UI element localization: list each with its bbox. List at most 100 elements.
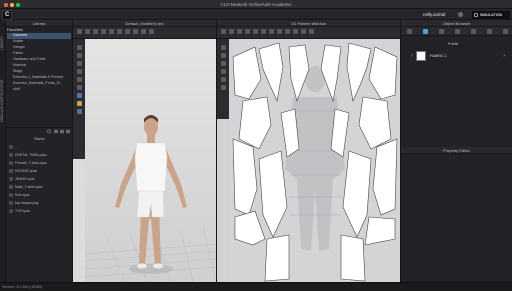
pattern-piece[interactable] <box>358 96 392 150</box>
library-folder[interactable]: Exercise_Materials_Prints_Gr <box>7 81 71 87</box>
view-tool-icon[interactable] <box>77 61 82 66</box>
view-tool-icon[interactable] <box>77 77 82 82</box>
file-item[interactable]: HOODIE.zpac <box>15 169 37 173</box>
library-folder[interactable]: Fabric <box>7 51 71 57</box>
view-tool-icon[interactable] <box>77 53 82 58</box>
folder-icon[interactable] <box>54 129 58 134</box>
library-folder[interactable]: Stage <box>7 69 71 75</box>
name-column-header[interactable]: Name <box>6 137 73 141</box>
favorites-label[interactable]: Favorites <box>7 28 23 32</box>
add-button[interactable]: + Add <box>448 42 458 46</box>
file-item[interactable]: .. <box>15 145 17 149</box>
pattern-piece[interactable] <box>234 210 266 246</box>
mode-switch-button[interactable]: SIMULATION <box>472 11 510 19</box>
pattern-piece[interactable] <box>232 46 262 100</box>
library-folder[interactable]: Exercise-1_Materials & Presets <box>7 75 71 81</box>
render-tool-icon[interactable] <box>77 93 82 98</box>
pattern-piece[interactable] <box>320 44 342 103</box>
user-name[interactable]: nelly.amhal <box>423 12 445 17</box>
list-view-icon[interactable] <box>60 129 64 134</box>
view-tool-icon[interactable] <box>77 45 82 50</box>
view-tool-icon[interactable] <box>221 85 226 90</box>
zipper-tool-icon[interactable] <box>149 29 154 34</box>
pin-tool-icon[interactable] <box>101 29 106 34</box>
library-folder[interactable]: Hanger <box>7 45 71 51</box>
file-item[interactable]: Male_T-shirt.zpac <box>15 185 43 189</box>
segment-sewing-icon[interactable] <box>285 29 290 34</box>
library-folder[interactable]: Avatar <box>7 39 71 45</box>
view-tool-icon[interactable] <box>221 53 226 58</box>
library-folder[interactable]: Material <box>7 63 71 69</box>
pattern-piece[interactable] <box>258 42 284 103</box>
fold-tool-icon[interactable] <box>109 29 114 34</box>
check-icon[interactable]: ✓ <box>410 53 414 59</box>
polygon-tool-icon[interactable] <box>237 29 242 34</box>
viewport-2d[interactable] <box>229 39 401 282</box>
edit-pattern-icon[interactable] <box>229 29 234 34</box>
trims-tool-icon[interactable] <box>125 29 130 34</box>
side-toolbar-3d <box>73 39 85 159</box>
pattern-piece[interactable] <box>364 216 396 246</box>
rotate-tool-icon[interactable] <box>93 29 98 34</box>
move-tool-icon[interactable] <box>85 29 90 34</box>
library-folder[interactable]: stuff <box>7 87 71 93</box>
trim-tab-icon[interactable] <box>503 29 508 34</box>
texture-tool-icon[interactable] <box>309 29 314 34</box>
file-item[interactable]: Female_T-shirt.zpac <box>15 161 47 165</box>
pattern-piece[interactable] <box>368 46 398 100</box>
light-tool-icon[interactable] <box>77 101 82 106</box>
transform-pattern-icon[interactable] <box>221 29 226 34</box>
pattern-piece[interactable] <box>340 234 366 282</box>
dart-tool-icon[interactable] <box>269 29 274 34</box>
camera-tool-icon[interactable] <box>77 109 82 114</box>
close-icon[interactable]: × <box>503 53 506 58</box>
fabric-name: FABRIC 1 <box>430 54 447 58</box>
file-item[interactable]: DIGITAL TWIN.zpac <box>15 153 46 157</box>
measure-tool-icon[interactable] <box>117 29 122 34</box>
pattern-piece[interactable] <box>264 234 290 282</box>
view-tool-icon[interactable] <box>221 69 226 74</box>
file-item[interactable]: Rob.zpac <box>15 193 30 197</box>
circle-tool-icon[interactable] <box>253 29 258 34</box>
window-3d-title: Default_Model(ti).zprj <box>125 21 164 26</box>
library-divider[interactable] <box>6 127 73 128</box>
view-tool-icon[interactable] <box>77 69 82 74</box>
pattern-layout[interactable] <box>229 39 401 282</box>
view-tool-icon[interactable] <box>221 77 226 82</box>
select-tool-icon[interactable] <box>77 29 82 34</box>
pattern-piece[interactable] <box>346 42 372 103</box>
free-sewing-icon[interactable] <box>293 29 298 34</box>
user-icon[interactable] <box>458 12 463 17</box>
pattern-piece[interactable] <box>342 150 372 238</box>
texture-tool-icon[interactable] <box>141 29 146 34</box>
file-item[interactable]: TOP.zpac <box>15 209 30 213</box>
scene-tab-icon[interactable] <box>407 29 412 34</box>
curve-tool-icon[interactable] <box>261 29 266 34</box>
file-item[interactable]: JEANS.zpac <box>15 177 35 181</box>
file-item[interactable]: top drapes.png <box>15 201 38 205</box>
fabric-tab-icon[interactable] <box>423 29 428 34</box>
library-folder[interactable]: Garment <box>7 33 71 39</box>
pattern-piece[interactable] <box>238 96 272 150</box>
library-folder[interactable]: Hardware and Trims <box>7 57 71 63</box>
avatar-tool-icon[interactable] <box>133 29 138 34</box>
pattern-piece[interactable] <box>258 150 288 238</box>
rectangle-tool-icon[interactable] <box>245 29 250 34</box>
pattern-piece[interactable] <box>232 138 258 216</box>
pattern-piece[interactable] <box>372 138 398 216</box>
view-tool-icon[interactable] <box>221 61 226 66</box>
graphic-tab-icon[interactable] <box>487 29 492 34</box>
sewing-tool-icon[interactable] <box>277 29 282 34</box>
search-icon[interactable] <box>47 129 51 134</box>
button-tab-icon[interactable] <box>439 29 444 34</box>
avatar-model[interactable] <box>84 39 217 283</box>
viewport-3d[interactable] <box>84 39 217 283</box>
fabric-tool-icon[interactable] <box>301 29 306 34</box>
view-tool-icon[interactable] <box>77 85 82 90</box>
view-tool-icon[interactable] <box>221 45 226 50</box>
pattern-piece[interactable] <box>288 44 310 102</box>
fabric-list-item[interactable]: ✓ FABRIC 1 × <box>400 50 512 62</box>
grid-view-icon[interactable] <box>66 129 70 134</box>
buttonhole-tab-icon[interactable] <box>455 29 460 34</box>
topstitch-tab-icon[interactable] <box>471 29 476 34</box>
